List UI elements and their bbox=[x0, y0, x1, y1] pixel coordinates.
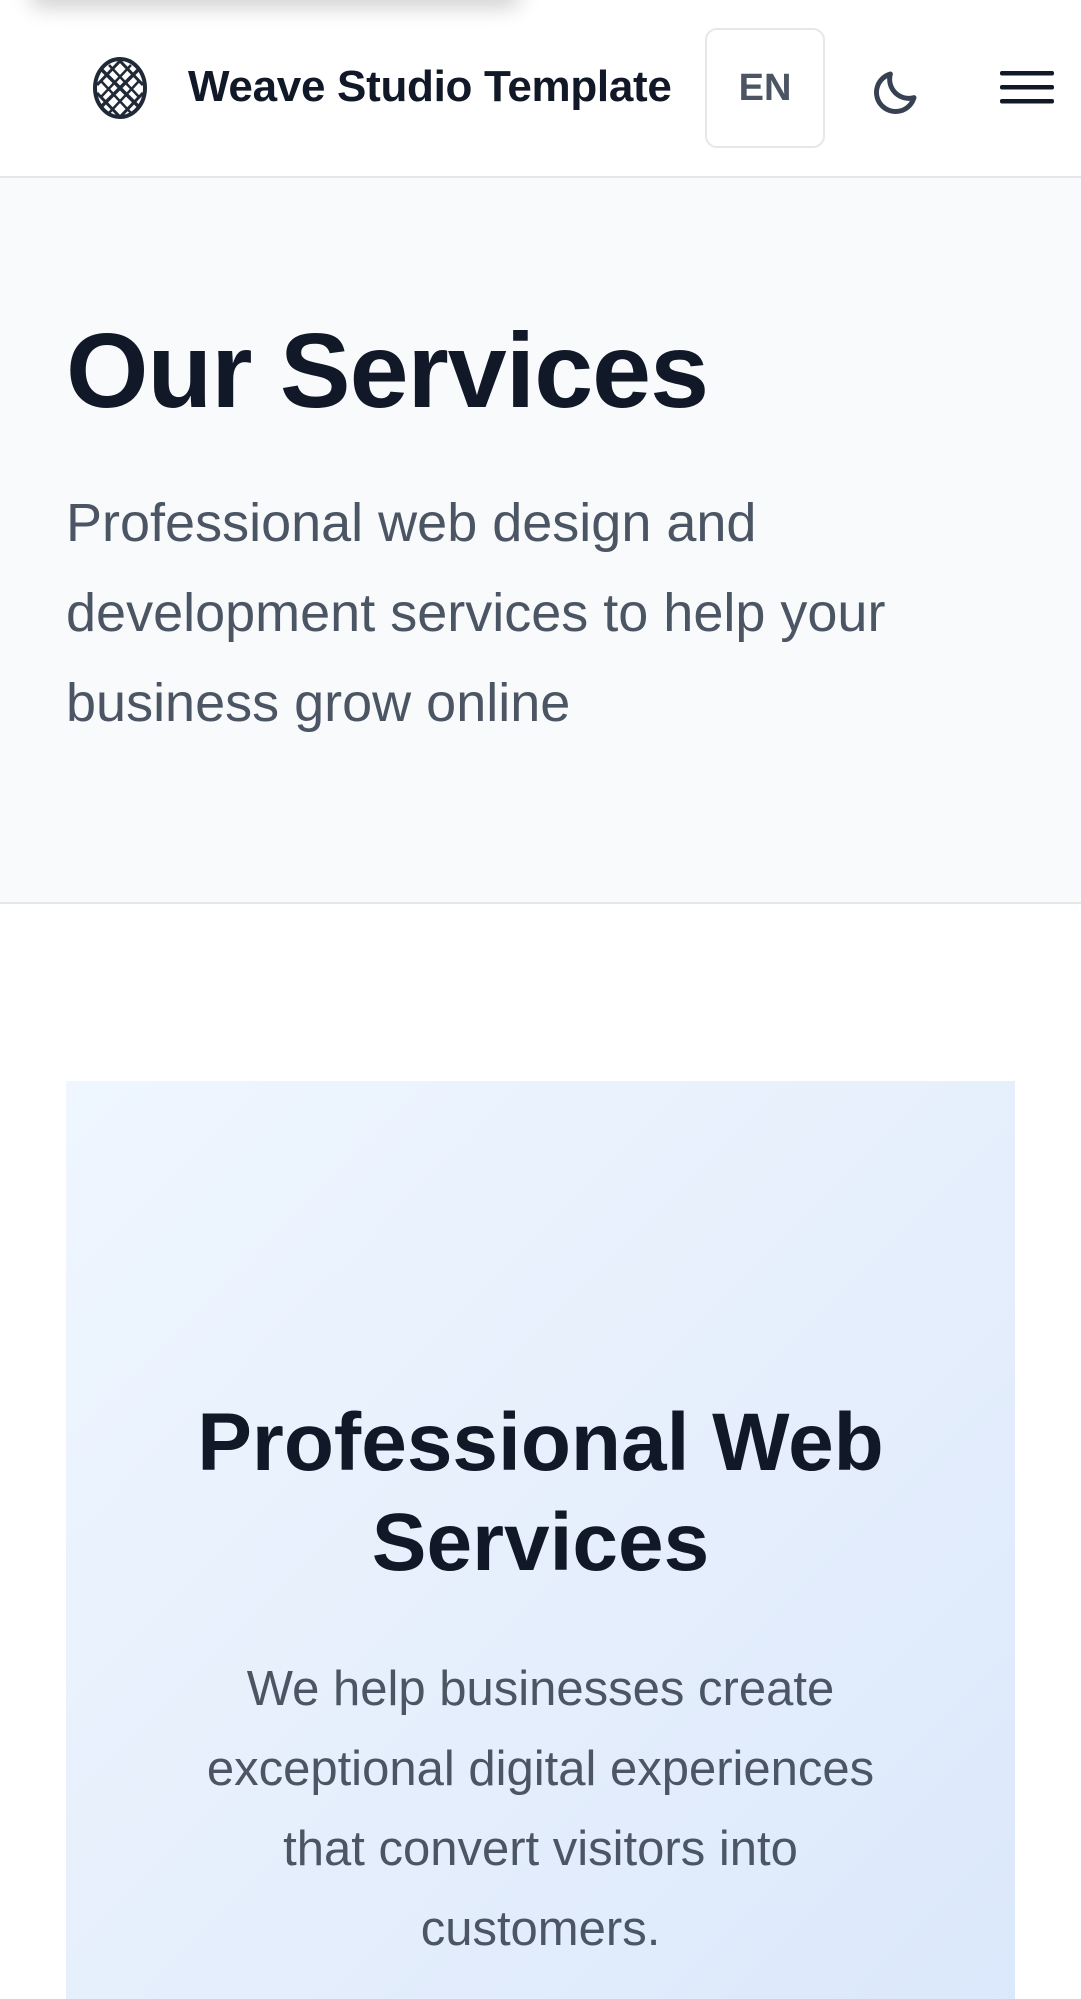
site-header: Weave Studio Template EN bbox=[0, 0, 1081, 178]
card-title: Professional Web Services bbox=[197, 1397, 884, 1588]
page-title: Our Services bbox=[66, 312, 709, 430]
card-description: We help businesses create exceptional di… bbox=[206, 1662, 875, 1956]
hero-subtitle: Professional web design and development … bbox=[66, 493, 886, 733]
brand-title[interactable]: Weave Studio Template bbox=[188, 62, 672, 112]
services-card: Professional Web Services We help busine… bbox=[66, 1081, 1015, 1999]
hamburger-menu-icon[interactable] bbox=[996, 62, 1058, 114]
page: Weave Studio Template EN Our Services Pr… bbox=[0, 0, 1081, 1999]
language-selector-button[interactable]: EN bbox=[705, 28, 825, 148]
moon-icon[interactable] bbox=[864, 60, 928, 124]
woven-globe-icon[interactable] bbox=[91, 55, 149, 121]
hero-section: Our Services Professional web design and… bbox=[0, 178, 1081, 904]
